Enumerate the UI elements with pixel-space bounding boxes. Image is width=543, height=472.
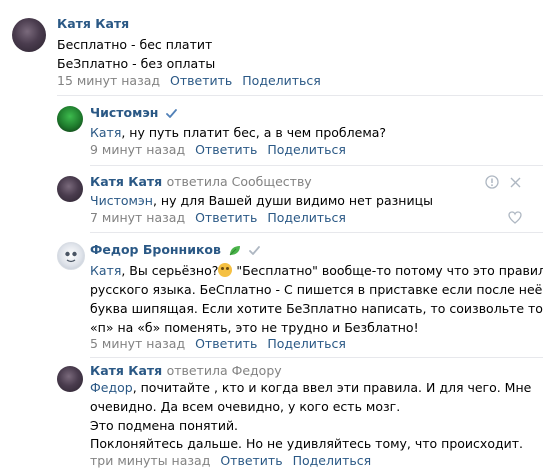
avatar[interactable] <box>57 366 83 392</box>
divider <box>90 165 543 166</box>
comment-text-line: Чистомэн, ну для Вашей души видимо нет р… <box>90 191 433 210</box>
comment-meta: 7 минут назад Ответить Поделиться <box>90 210 356 225</box>
mention-link[interactable]: Катя <box>90 263 121 278</box>
share-button[interactable]: Поделиться <box>267 210 346 225</box>
comment-time[interactable]: 7 минут назад <box>90 210 185 225</box>
comment-text-line: буква шипящая. Если хотите БеЗплатно нап… <box>90 301 543 316</box>
like-heart-icon[interactable] <box>508 211 522 224</box>
share-button[interactable]: Поделиться <box>267 336 346 351</box>
comment-time[interactable]: 15 минут назад <box>57 73 160 88</box>
replied-to-label: ответила Сообществу <box>166 174 312 189</box>
mention-link[interactable]: Федор <box>90 380 133 395</box>
comment-text-line: Федор, почитайте , кто и когда ввел эти … <box>90 378 531 397</box>
comment-text-line: Поклоняйтесь дальше. Но не удивляйтесь т… <box>90 436 523 451</box>
reply-button[interactable]: Ответить <box>195 142 257 157</box>
replied-to-link[interactable]: Федору <box>232 363 282 378</box>
avatar[interactable] <box>57 242 85 270</box>
divider <box>90 357 543 358</box>
mention-link[interactable]: Катя <box>90 125 121 140</box>
mention-link[interactable]: Чистомэн <box>90 193 153 208</box>
verified-icon <box>248 245 260 255</box>
flushed-emoji-icon <box>218 263 233 277</box>
comment-text-part: "Бесплатно" вообще-то потому что это пра… <box>232 263 543 278</box>
share-button[interactable]: Поделиться <box>267 142 346 157</box>
comment-text-line: очевидно. Да всем очевидно, у кого есть … <box>90 399 401 414</box>
reply-button[interactable]: Ответить <box>220 453 282 468</box>
leaf-icon <box>229 246 241 256</box>
comment-text-line: БеЗплатно - без оплаты <box>57 56 216 71</box>
comment-meta: 15 минут назад Ответить Поделиться <box>57 73 331 88</box>
share-button[interactable]: Поделиться <box>242 73 321 88</box>
comment-author[interactable]: Катя Катя <box>57 16 129 31</box>
reply-button[interactable]: Ответить <box>195 336 257 351</box>
comment-author[interactable]: Катя Катя ответила Федору <box>90 363 282 378</box>
comment-text-line: Это подмена понятий. <box>90 418 239 433</box>
comment-time[interactable]: три минуты назад <box>90 453 210 468</box>
comment-text-part: , ну путь платит бес, а в чем проблема? <box>121 125 387 140</box>
divider <box>90 232 543 233</box>
close-icon[interactable] <box>510 177 521 188</box>
comment-text-line: Катя, Вы серьёзно? "Бесплатно" вообще-то… <box>90 261 543 280</box>
avatar[interactable] <box>57 176 83 202</box>
avatar[interactable] <box>57 106 83 132</box>
share-button[interactable]: Поделиться <box>293 453 372 468</box>
author-name[interactable]: Федор Бронников <box>90 242 221 257</box>
reply-button[interactable]: Ответить <box>195 210 257 225</box>
comment-time[interactable]: 9 минут назад <box>90 142 185 157</box>
comment-text-line: Катя, ну путь платит бес, а в чем пробле… <box>90 123 386 142</box>
comment-meta: 5 минут назад Ответить Поделиться <box>90 336 356 351</box>
comment-text-part: , почитайте , кто и когда ввел эти прави… <box>132 380 532 395</box>
author-name[interactable]: Чистомэн <box>90 105 158 120</box>
comment-text-line: «п» на «б» поменять, это не трудно и Без… <box>90 320 419 335</box>
author-name[interactable]: Катя Катя <box>90 363 162 378</box>
comment-meta: 9 минут назад Ответить Поделиться <box>90 142 356 157</box>
comment-meta: три минуты назад Ответить Поделиться <box>90 453 381 468</box>
author-name[interactable]: Катя Катя <box>90 174 162 189</box>
comment-text-part: , Вы серьёзно? <box>121 263 219 278</box>
avatar-face-icon <box>65 251 77 263</box>
comment-author[interactable]: Федор Бронников <box>90 242 260 257</box>
comment-text-line: Бесплатно - бес платит <box>57 37 213 52</box>
comment-author[interactable]: Чистомэн <box>90 105 177 120</box>
report-icon[interactable] <box>485 175 499 189</box>
replied-to-link[interactable]: Сообществу <box>232 174 312 189</box>
avatar[interactable] <box>12 18 46 52</box>
verified-icon <box>165 108 177 118</box>
divider <box>57 95 543 96</box>
replied-to-label: ответила Федору <box>166 363 282 378</box>
comment-time[interactable]: 5 минут назад <box>90 336 185 351</box>
comment-text-part: , ну для Вашей души видимо нет разницы <box>152 193 433 208</box>
reply-button[interactable]: Ответить <box>170 73 232 88</box>
comment-author[interactable]: Катя Катя ответила Сообществу <box>90 174 312 189</box>
comment-text-line: русского языка. БеСплатно - С пишется в … <box>90 282 543 297</box>
